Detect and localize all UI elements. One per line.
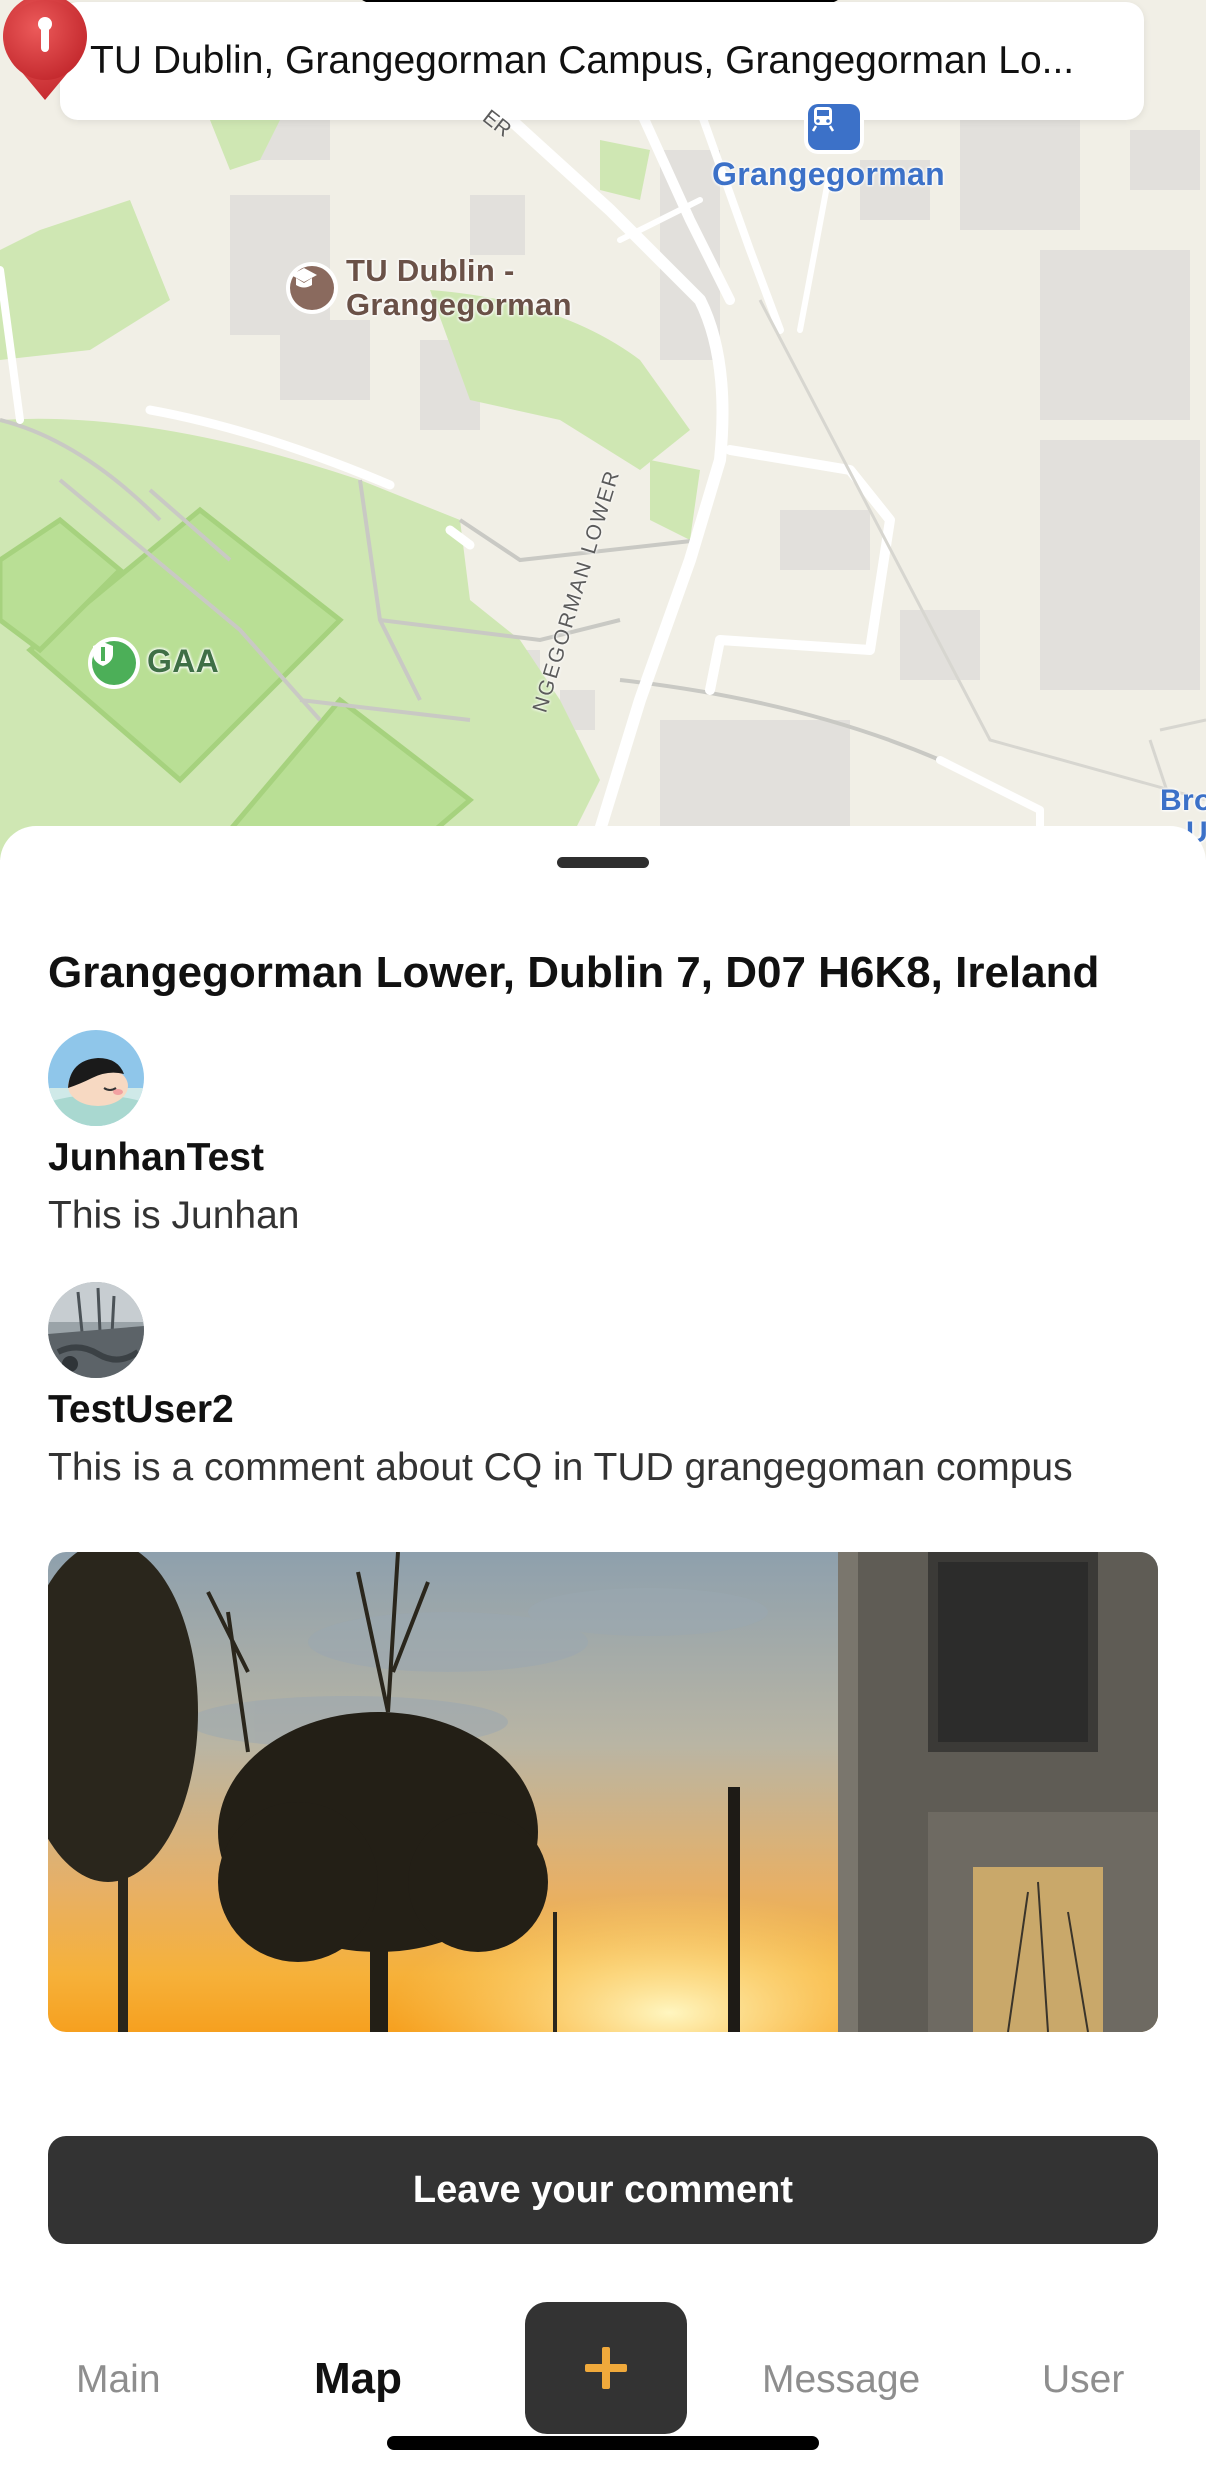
map-pin-icon[interactable] [0, 0, 90, 102]
tram-icon[interactable] [808, 104, 860, 150]
tab-bar: Main Map Message User [0, 2290, 1206, 2473]
tab-message[interactable]: Message [762, 2358, 920, 2402]
comment-username[interactable]: TestUser2 [48, 1388, 1073, 1432]
comment-text: This is Junhan [48, 1194, 300, 1237]
poi-tud-label-line2: Grangegorman [346, 287, 572, 322]
shield-icon[interactable] [92, 641, 136, 685]
avatar[interactable] [48, 1030, 144, 1126]
home-indicator [387, 2436, 819, 2450]
comment-photo[interactable] [48, 1552, 1158, 2032]
location-sheet[interactable]: Grangegorman Lower, Dublin 7, D07 H6K8, … [0, 826, 1206, 2473]
location-address: Grangegorman Lower, Dublin 7, D07 H6K8, … [48, 948, 1100, 997]
graduation-cap-icon[interactable] [290, 266, 334, 310]
tab-user[interactable]: User [1042, 2358, 1124, 2402]
comment-item: TestUser2 This is a comment about CQ in … [48, 1282, 1073, 1490]
comment-item: JunhanTest This is Junhan [48, 1030, 299, 1238]
search-bar[interactable]: TU Dublin, Grangegorman Campus, Grangego… [60, 2, 1144, 120]
avatar[interactable] [48, 1282, 144, 1378]
poi-station-label[interactable]: Grangegorman [712, 156, 945, 193]
poi-tud-label[interactable]: TU Dublin - Grangegorman [346, 254, 572, 322]
leave-comment-button[interactable]: Leave your comment [48, 2136, 1158, 2244]
comment-text: This is a comment about CQ in TUD grange… [48, 1446, 1073, 1489]
tab-main[interactable]: Main [76, 2358, 161, 2402]
tab-map[interactable]: Map [314, 2354, 402, 2404]
poi-gaa-label[interactable]: GAA [147, 643, 219, 680]
poi-tud-label-line1: TU Dublin - [346, 253, 515, 288]
comment-username[interactable]: JunhanTest [48, 1136, 299, 1180]
plus-icon [585, 2347, 627, 2389]
search-input[interactable]: TU Dublin, Grangegorman Campus, Grangego… [90, 39, 1114, 83]
map-canvas [0, 104, 1206, 860]
map-view[interactable]: TU Dublin, Grangegorman Campus, Grangego… [0, 0, 1206, 860]
add-button[interactable] [525, 2302, 687, 2434]
sheet-grabber[interactable] [557, 857, 649, 868]
